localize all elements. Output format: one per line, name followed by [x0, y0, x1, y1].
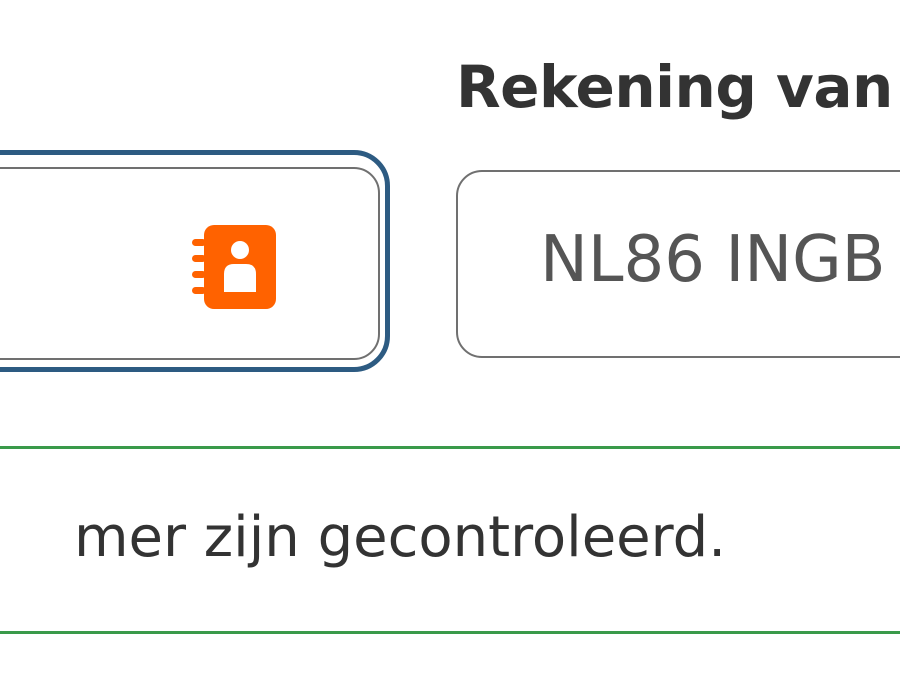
transfer-form-viewport: Rekening van NL86 INGB mer zijn gecontro… — [0, 0, 900, 700]
contacts-book-icon[interactable] — [190, 222, 280, 312]
account-from-label: Rekening van — [456, 53, 893, 121]
contacts-book-icon-graphic — [192, 225, 276, 309]
notice-message: mer zijn gecontroleerd. — [73, 505, 726, 570]
notice-top-border — [0, 446, 900, 449]
notice-bottom-border — [0, 631, 900, 634]
account-from-value: NL86 INGB — [540, 223, 886, 297]
